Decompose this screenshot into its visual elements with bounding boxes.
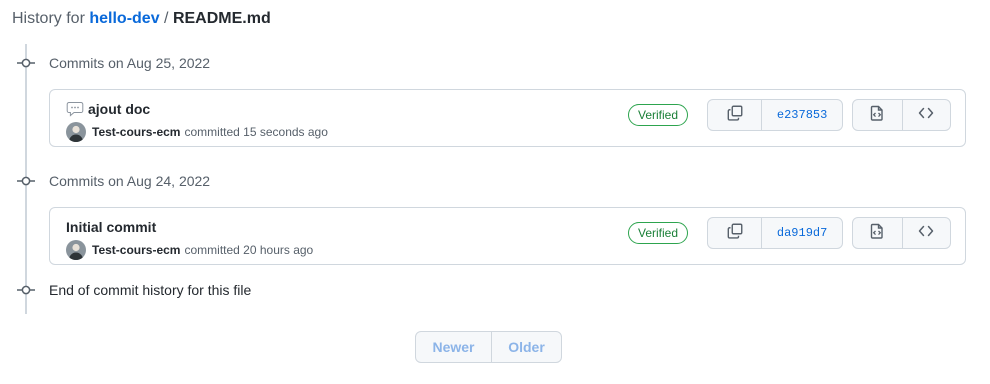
code-icon bbox=[918, 105, 934, 126]
view-file-button[interactable] bbox=[853, 100, 902, 130]
commit-meta: Test-cours-ecm committed 15 seconds ago bbox=[66, 122, 328, 142]
commit-group-date: Commits on Aug 25, 2022 bbox=[49, 55, 211, 71]
view-file-button[interactable] bbox=[853, 218, 902, 248]
verified-badge[interactable]: Verified bbox=[628, 104, 689, 126]
copy-icon bbox=[727, 223, 743, 244]
copy-icon bbox=[727, 105, 743, 126]
page-title: History for hello-dev / README.md bbox=[12, 8, 271, 30]
code-icon bbox=[918, 223, 934, 244]
git-commit-icon bbox=[17, 54, 35, 72]
commit-sha-link[interactable]: e237853 bbox=[761, 100, 842, 130]
title-prefix: History for bbox=[12, 10, 85, 27]
commit-message-link[interactable]: ajout doc bbox=[88, 99, 150, 119]
older-button[interactable]: Older bbox=[491, 332, 561, 362]
commit-message: Initial commit bbox=[66, 217, 156, 237]
end-of-history-label: End of commit history for this file bbox=[49, 282, 252, 298]
browse-button-group bbox=[852, 217, 951, 249]
commit-author[interactable]: Test-cours-ecm bbox=[92, 123, 180, 141]
comment-bubble-icon bbox=[66, 100, 84, 118]
pagination: Newer Older bbox=[415, 331, 562, 363]
repo-link[interactable]: hello-dev bbox=[89, 10, 159, 27]
commit-message-link[interactable]: Initial commit bbox=[66, 217, 156, 237]
file-code-icon bbox=[869, 223, 885, 244]
commit-message: ajout doc bbox=[66, 99, 150, 119]
commit-time: committed 15 seconds ago bbox=[184, 125, 328, 139]
avatar[interactable] bbox=[66, 122, 86, 142]
commit-row: ajout doc Test-cours-ecm committed 15 se… bbox=[49, 89, 966, 147]
path-separator: / bbox=[164, 10, 169, 27]
copy-sha-button[interactable] bbox=[708, 100, 761, 130]
browse-button-group bbox=[852, 99, 951, 131]
file-name: README.md bbox=[172, 10, 271, 27]
browse-repo-button[interactable] bbox=[901, 100, 950, 130]
verified-badge[interactable]: Verified bbox=[628, 222, 689, 244]
git-commit-icon bbox=[17, 281, 35, 299]
commit-row: Initial commit Test-cours-ecm committed … bbox=[49, 207, 966, 265]
commit-meta: Test-cours-ecm committed 20 hours ago bbox=[66, 240, 313, 260]
commit-author[interactable]: Test-cours-ecm bbox=[92, 241, 180, 259]
file-code-icon bbox=[869, 105, 885, 126]
sha-button-group: da919d7 bbox=[707, 217, 843, 249]
sha-button-group: e237853 bbox=[707, 99, 843, 131]
avatar[interactable] bbox=[66, 240, 86, 260]
newer-button[interactable]: Newer bbox=[416, 332, 491, 362]
git-commit-icon bbox=[17, 172, 35, 190]
commit-time: committed 20 hours ago bbox=[184, 243, 314, 257]
browse-repo-button[interactable] bbox=[901, 218, 950, 248]
commit-group-date: Commits on Aug 24, 2022 bbox=[49, 173, 211, 189]
commit-sha-link[interactable]: da919d7 bbox=[761, 218, 842, 248]
copy-sha-button[interactable] bbox=[708, 218, 761, 248]
